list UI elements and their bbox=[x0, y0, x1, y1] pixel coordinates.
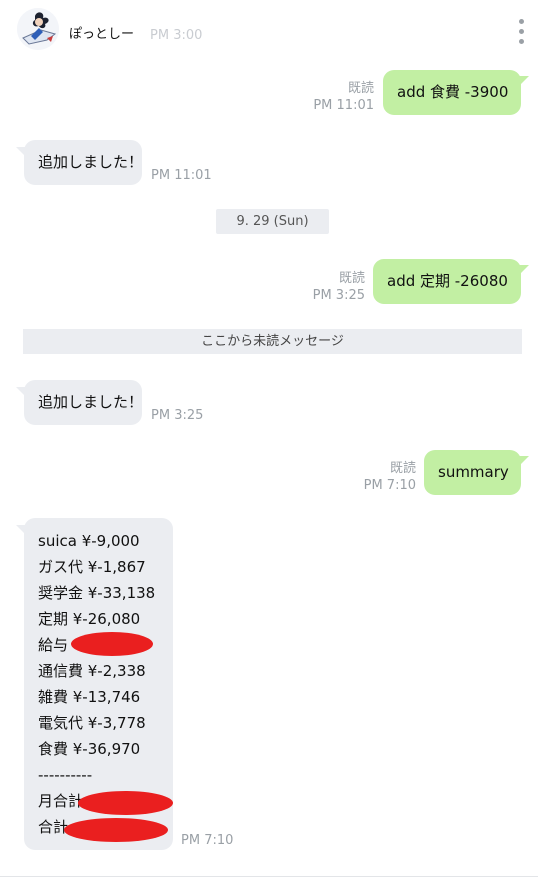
redaction-mark bbox=[64, 818, 168, 842]
message-time: PM 7:10 bbox=[363, 478, 416, 493]
summary-line: 雑費 ¥-13,746 bbox=[38, 688, 141, 706]
message-time: PM 11:01 bbox=[151, 168, 212, 183]
redaction-mark bbox=[71, 632, 153, 656]
read-receipt: 既読 bbox=[347, 81, 374, 96]
summary-line: 通信費 ¥-2,338 bbox=[38, 662, 146, 680]
redaction-mark bbox=[78, 791, 173, 815]
summary-line: 電気代 ¥-3,778 bbox=[38, 714, 146, 732]
summary-line: suica ¥-9,000 bbox=[38, 532, 140, 550]
message-text: 追加しました！ bbox=[38, 393, 144, 411]
message-text: summary bbox=[438, 463, 509, 481]
bubble-tail bbox=[519, 76, 529, 86]
message-text: add 食費 -3900 bbox=[397, 83, 509, 101]
message-bubble[interactable]: summary bbox=[424, 450, 521, 495]
read-receipt: 既読 bbox=[338, 271, 365, 286]
message-time: PM 3:25 bbox=[312, 288, 365, 303]
read-receipt: 既読 bbox=[389, 461, 416, 476]
bubble-tail bbox=[519, 456, 529, 466]
menu-dot bbox=[519, 29, 524, 34]
date-separator: 9. 29 (Sun) bbox=[216, 209, 329, 234]
faded-timestamp: PM 3:00 bbox=[150, 28, 203, 43]
unread-divider: ここから未読メッセージ bbox=[23, 329, 522, 354]
menu-dot bbox=[519, 39, 524, 44]
message-bubble[interactable]: add 定期 -26080 bbox=[373, 259, 521, 304]
summary-line: 奨学金 ¥-33,138 bbox=[38, 584, 156, 602]
message-bubble[interactable]: 追加しました！ bbox=[24, 380, 144, 425]
menu-dot bbox=[519, 19, 524, 24]
contact-name[interactable]: ぽっとしー bbox=[69, 23, 134, 42]
avatar[interactable] bbox=[17, 8, 59, 50]
more-options-icon[interactable] bbox=[514, 17, 528, 47]
message-time: PM 7:10 bbox=[181, 833, 234, 848]
message-text: 追加しました！ bbox=[38, 153, 144, 171]
message-bubble[interactable]: 追加しました！ bbox=[24, 140, 144, 185]
avatar-illustration-icon bbox=[17, 8, 59, 50]
chat-header: ぽっとしー PM 3:00 bbox=[0, 0, 538, 62]
message-text: add 定期 -26080 bbox=[387, 272, 508, 290]
message-bubble[interactable]: add 食費 -3900 bbox=[383, 70, 521, 115]
divider bbox=[0, 876, 538, 877]
summary-line: 定期 ¥-26,080 bbox=[38, 610, 141, 628]
summary-line: ガス代 ¥-1,867 bbox=[38, 558, 146, 576]
bubble-tail bbox=[519, 265, 529, 275]
summary-line: ---------- bbox=[38, 766, 93, 784]
message-time: PM 11:01 bbox=[313, 98, 374, 113]
summary-line: 食費 ¥-36,970 bbox=[38, 740, 141, 758]
message-time: PM 3:25 bbox=[151, 408, 204, 423]
